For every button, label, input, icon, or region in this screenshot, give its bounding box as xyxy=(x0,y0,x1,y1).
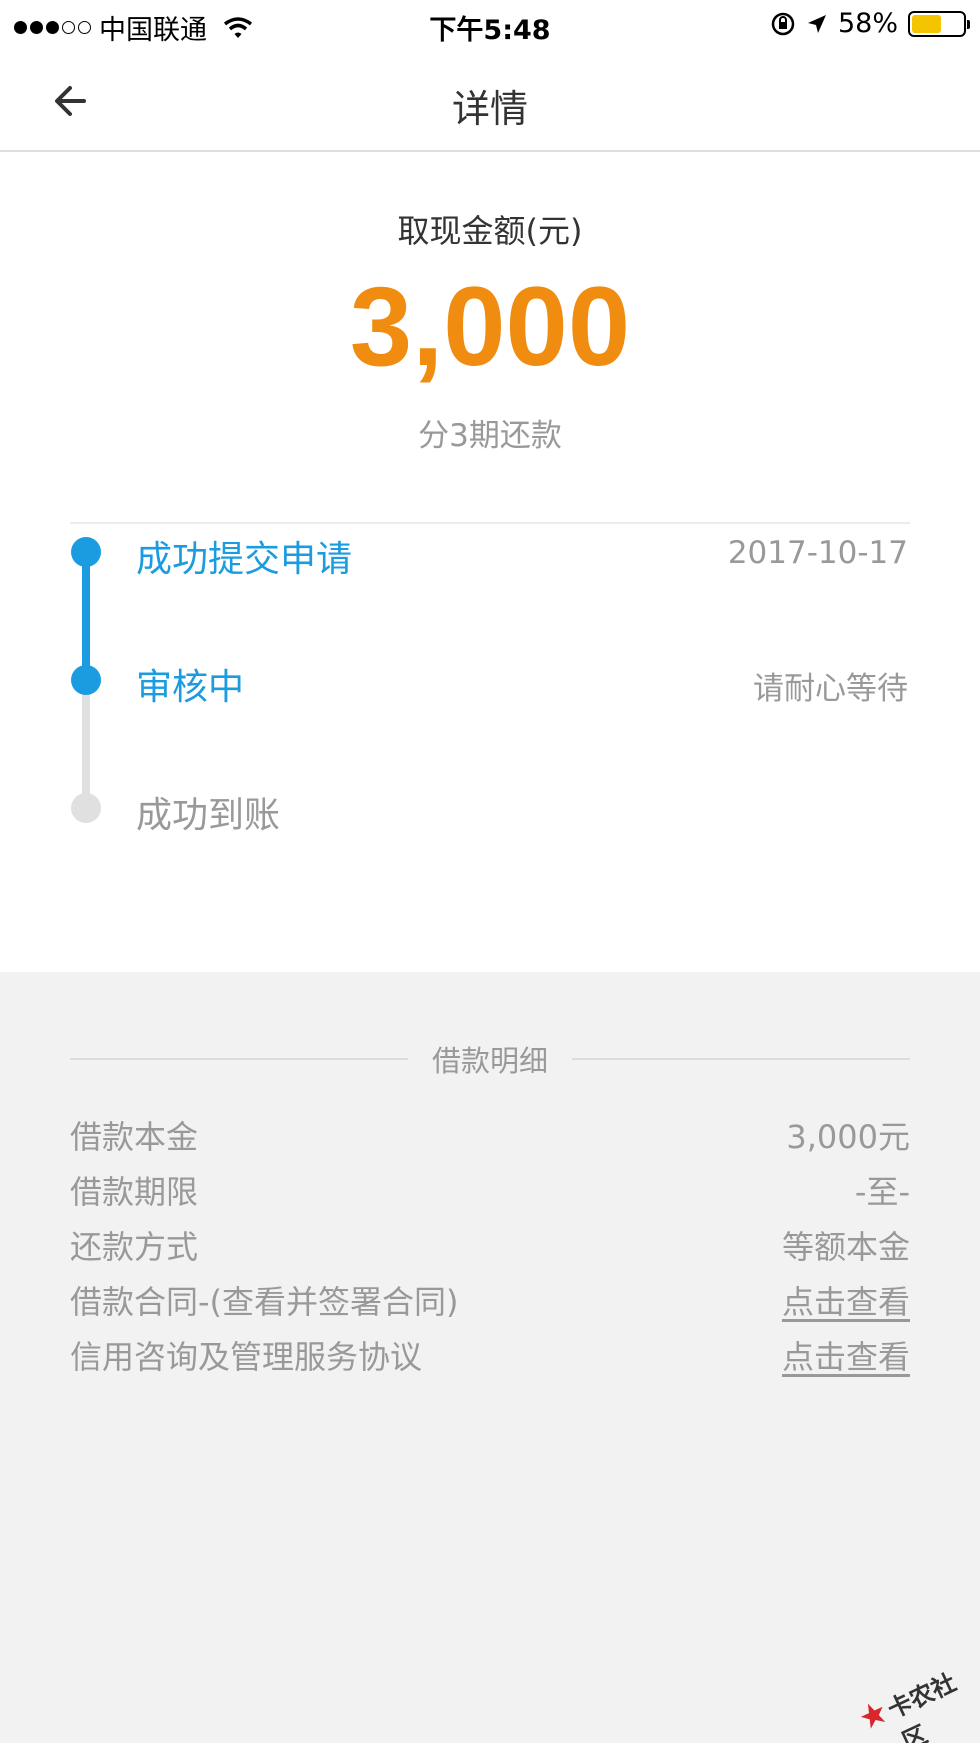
section-divider-right xyxy=(572,1058,910,1060)
step-submitted-date: 2017-10-17 xyxy=(727,535,908,571)
detail-row-repayment-method: 还款方式 等额本金 xyxy=(70,1222,910,1266)
detail-key: 信用咨询及管理服务协议 xyxy=(70,1338,423,1376)
timeline-node-received xyxy=(71,793,101,823)
detail-value: -至- xyxy=(854,1173,910,1211)
step-reviewing-note: 请耐心等待 xyxy=(753,671,908,707)
detail-row-term: 借款期限 -至- xyxy=(70,1167,910,1211)
detail-key: 借款期限 xyxy=(70,1173,199,1211)
timeline-node-reviewing xyxy=(71,665,101,695)
view-agreement-link[interactable]: 点击查看 xyxy=(782,1332,910,1378)
battery-percent: 58% xyxy=(837,8,898,39)
page-title: 详情 xyxy=(451,87,528,131)
step-received-label: 成功到账 xyxy=(136,795,281,836)
detail-row-principal: 借款本金 3,000元 xyxy=(70,1112,910,1156)
status-bar-right: 58% xyxy=(770,8,970,39)
detail-key: 还款方式 xyxy=(70,1228,199,1266)
view-contract-link[interactable]: 点击查看 xyxy=(782,1277,910,1323)
location-arrow-icon xyxy=(807,14,826,33)
status-bar: 中国联通 下午5:48 58% xyxy=(0,0,980,50)
loan-details-section: 借款明细 借款本金 3,000元 借款期限 -至- 还款方式 等额本金 借款合同… xyxy=(0,972,980,1743)
step-submitted-label: 成功提交申请 xyxy=(136,539,353,580)
detail-row-service-agreement: 信用咨询及管理服务协议 点击查看 xyxy=(70,1332,910,1376)
withdrawal-card: 取现金额(元) 3,000 分3期还款 成功提交申请 2017-10-17 审核… xyxy=(0,152,980,972)
timeline-node-submitted xyxy=(71,537,101,567)
section-header: 借款明细 xyxy=(70,1038,910,1078)
timeline-line-pending xyxy=(82,680,90,808)
navigation-bar: 详情 xyxy=(0,50,980,152)
battery-icon xyxy=(908,10,970,37)
step-reviewing-label: 审核中 xyxy=(136,667,245,708)
detail-key: 借款本金 xyxy=(70,1118,199,1156)
orientation-lock-icon xyxy=(771,12,795,35)
detail-row-loan-contract: 借款合同-(查看并签署合同) 点击查看 xyxy=(70,1277,910,1321)
battery-fill xyxy=(912,14,941,33)
detail-value: 等额本金 xyxy=(781,1228,910,1266)
detail-value: 3,000元 xyxy=(786,1118,910,1156)
detail-key: 借款合同-(查看并签署合同) xyxy=(70,1283,459,1321)
progress-timeline: 成功提交申请 2017-10-17 审核中 请耐心等待 成功到账 xyxy=(0,152,980,972)
